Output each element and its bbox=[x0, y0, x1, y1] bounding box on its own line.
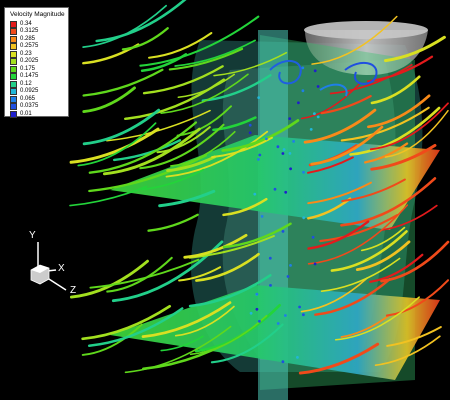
particle bbox=[268, 256, 272, 260]
legend-label: 0.2575 bbox=[20, 43, 39, 49]
legend-label: 0.0375 bbox=[20, 103, 39, 109]
particle bbox=[289, 264, 292, 267]
particle bbox=[313, 112, 316, 116]
particle bbox=[302, 216, 306, 220]
velocity-legend: Velocity Magnitude 0.34 0.3125 0.285 0.2575… bbox=[4, 7, 69, 118]
particle bbox=[288, 152, 292, 155]
particle bbox=[260, 215, 264, 218]
legend-label: 0.1475 bbox=[20, 73, 39, 79]
particle bbox=[249, 311, 253, 315]
legend-label: 0.12 bbox=[20, 80, 32, 87]
legend-label: 0.34 bbox=[20, 20, 32, 27]
legend-label: 0.175 bbox=[20, 65, 36, 72]
particle bbox=[255, 292, 259, 296]
particle bbox=[313, 69, 317, 73]
axis-x-label: X bbox=[58, 263, 65, 274]
legend-swatch bbox=[10, 35, 17, 43]
legend-swatch bbox=[10, 80, 17, 88]
particle bbox=[258, 319, 261, 323]
particle bbox=[282, 148, 286, 151]
particle bbox=[255, 307, 259, 311]
axis-z-label: Z bbox=[70, 285, 77, 296]
streamline bbox=[95, 0, 187, 43]
particle bbox=[316, 85, 320, 88]
particle bbox=[276, 322, 280, 325]
particle bbox=[302, 170, 305, 174]
legend-label: 0.285 bbox=[20, 35, 36, 42]
legend-label: 0.3125 bbox=[20, 28, 39, 34]
legend-label: 0.2025 bbox=[20, 58, 39, 64]
legend-swatch bbox=[10, 58, 17, 65]
legend-swatch bbox=[10, 28, 17, 35]
particle bbox=[301, 89, 305, 93]
particle bbox=[316, 115, 320, 119]
particle bbox=[284, 190, 288, 194]
particle bbox=[309, 127, 313, 131]
streamline bbox=[147, 213, 199, 232]
legend-label: 0.065 bbox=[20, 95, 36, 102]
particle bbox=[284, 314, 287, 317]
legend-label: 0.0925 bbox=[20, 88, 39, 94]
particle bbox=[298, 305, 301, 309]
legend-swatch bbox=[10, 50, 17, 58]
visualization-canvas: Velocity Magnitude 0.34 0.3125 0.285 0.2575… bbox=[0, 0, 450, 400]
particle bbox=[313, 262, 317, 266]
particle bbox=[257, 96, 261, 99]
particle bbox=[248, 123, 252, 127]
particle bbox=[296, 356, 299, 359]
particle bbox=[281, 152, 285, 155]
particle bbox=[286, 275, 290, 278]
particle bbox=[258, 153, 262, 157]
legend-swatch bbox=[10, 65, 17, 73]
legend-label: 0.23 bbox=[20, 50, 32, 57]
particle bbox=[289, 167, 292, 171]
particle bbox=[253, 192, 257, 196]
legend-swatch bbox=[10, 43, 17, 50]
legend-swatch bbox=[10, 20, 17, 28]
particle bbox=[281, 360, 285, 364]
legend-swatch bbox=[10, 73, 17, 80]
particle bbox=[297, 101, 300, 105]
particle bbox=[273, 187, 277, 191]
particle bbox=[302, 313, 305, 317]
particle bbox=[281, 230, 285, 233]
particle bbox=[265, 137, 268, 141]
axis-y-label: Y bbox=[29, 230, 36, 241]
legend-title: Velocity Magnitude bbox=[10, 11, 65, 18]
particle bbox=[269, 284, 272, 287]
legend-swatch bbox=[10, 103, 17, 110]
particle bbox=[288, 117, 292, 120]
legend-item: 0.01 bbox=[10, 110, 32, 118]
legend-swatch bbox=[10, 88, 17, 95]
legend-swatch bbox=[10, 95, 17, 103]
legend-label: 0.01 bbox=[20, 110, 32, 117]
legend-swatch bbox=[10, 110, 17, 118]
particle bbox=[311, 235, 315, 239]
particle bbox=[301, 66, 305, 70]
particle bbox=[276, 145, 280, 149]
particle bbox=[248, 131, 252, 135]
particle bbox=[257, 158, 260, 161]
particle bbox=[292, 140, 295, 143]
